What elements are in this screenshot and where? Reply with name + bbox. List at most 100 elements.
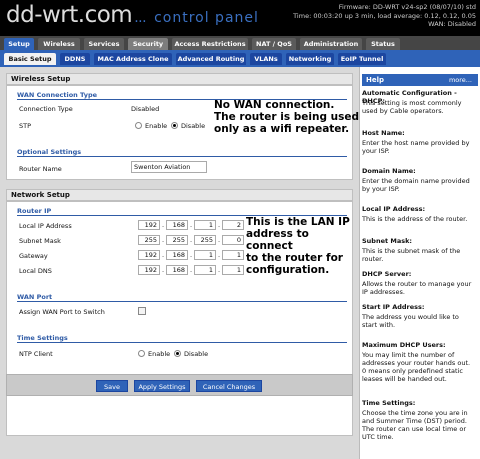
subnet-mask-label: Subnet Mask <box>19 237 61 245</box>
ip-dot: . <box>218 251 221 259</box>
uptime-text: Time: 00:03:20 up 3 min, load average: 0… <box>293 11 476 20</box>
lan-note-line: This is the LAN IP <box>246 216 350 228</box>
ip-dot: . <box>162 251 165 259</box>
stp-disable-radio[interactable] <box>171 122 178 129</box>
help-item-body: Enter the host name provided by your ISP… <box>362 139 470 155</box>
subtab-basic-setup[interactable]: Basic Setup <box>4 53 56 65</box>
sub-tabs: Basic Setup DDNS MAC Address Clone Advan… <box>0 50 480 67</box>
ip-dot: . <box>162 236 165 244</box>
subtab-vlans[interactable]: VLANs <box>250 53 282 65</box>
cancel-changes-button[interactable]: Cancel Changes <box>196 380 262 392</box>
local-ip-octet-1[interactable]: 192 <box>138 220 160 230</box>
wan-note-line: No WAN connection. <box>214 99 335 111</box>
connection-type-value: Disabled <box>131 105 160 113</box>
stp-enable-label: Enable <box>145 122 168 130</box>
help-item-title: Host Name: <box>362 129 405 137</box>
dns-octet-2[interactable]: 168 <box>166 265 188 275</box>
apply-settings-button[interactable]: Apply Settings <box>134 380 190 392</box>
help-item-title: Local IP Address: <box>362 205 426 213</box>
subtab-eoip-tunnel[interactable]: EoIP Tunnel <box>338 53 386 65</box>
tab-services[interactable]: Services <box>84 38 124 50</box>
local-dns-label: Local DNS <box>19 267 52 275</box>
tab-nat-qos[interactable]: NAT / QoS <box>252 38 296 50</box>
local-ip-octet-4[interactable]: 2 <box>222 220 244 230</box>
help-header: Help more... <box>362 74 478 86</box>
wan-note: No WAN connection. The router is being u… <box>214 99 359 135</box>
help-item-title: Maximum DHCP Users: <box>362 341 446 349</box>
network-setup-title: Network Setup <box>6 189 353 201</box>
ntp-client-label: NTP Client <box>19 350 53 358</box>
ntp-disable-label: Disable <box>184 350 209 358</box>
main-content: Wireless Setup WAN Connection Type Conne… <box>0 67 360 459</box>
subtab-ddns[interactable]: DDNS <box>60 53 90 65</box>
stp-label: STP <box>19 122 32 130</box>
main-tabs: Setup Wireless Services Security Access … <box>0 36 480 50</box>
legend-divider <box>17 342 347 343</box>
help-item-body: This is the address of the router. <box>362 215 468 223</box>
ip-dot: . <box>162 266 165 274</box>
assign-wan-port-checkbox[interactable] <box>138 307 146 315</box>
dns-octet-3[interactable]: 1 <box>194 265 216 275</box>
help-panel: Help more... Automatic Configuration - D… <box>360 67 480 459</box>
gateway-octet-4[interactable]: 1 <box>222 250 244 260</box>
ntp-disable-radio[interactable] <box>174 350 181 357</box>
tab-setup[interactable]: Setup <box>4 38 34 50</box>
local-ip-octet-2[interactable]: 168 <box>166 220 188 230</box>
gateway-octet-2[interactable]: 168 <box>166 250 188 260</box>
lan-note-line: to the router for <box>246 252 343 264</box>
subnet-octet-3[interactable]: 255 <box>194 235 216 245</box>
router-ip-legend: Router IP <box>17 207 52 215</box>
subnet-octet-2[interactable]: 255 <box>166 235 188 245</box>
wan-note-line: The router is being used <box>214 111 360 123</box>
help-item-body: This setting is most commonly used by Ca… <box>362 99 462 115</box>
help-item-body: Allows the router to manage your IP addr… <box>362 280 472 296</box>
help-item-body: The address you would like to start with… <box>362 313 459 329</box>
ip-dot: . <box>218 221 221 229</box>
help-item-title: Domain Name: <box>362 167 416 175</box>
wan-note-line: only as a wifi repeater. <box>214 123 350 135</box>
logo: dd-wrt.com... control panel <box>6 2 259 28</box>
dns-octet-4[interactable]: 1 <box>222 265 244 275</box>
help-item-title: DHCP Server: <box>362 270 412 278</box>
tab-wireless[interactable]: Wireless <box>38 38 80 50</box>
tab-status[interactable]: Status <box>366 38 400 50</box>
help-more-link[interactable]: more... <box>449 74 472 86</box>
legend-divider <box>17 301 347 302</box>
tab-security[interactable]: Security <box>128 38 168 50</box>
ip-dot: . <box>162 221 165 229</box>
save-button[interactable]: Save <box>96 380 128 392</box>
ntp-enable-radio[interactable] <box>138 350 145 357</box>
local-ip-octet-3[interactable]: 1 <box>194 220 216 230</box>
assign-wan-port-label: Assign WAN Port to Switch <box>19 308 105 316</box>
help-item-title: Time Settings: <box>362 399 416 407</box>
local-ip-label: Local IP Address <box>19 222 72 230</box>
help-item-body: This is the subnet mask of the router. <box>362 247 461 263</box>
tab-administration[interactable]: Administration <box>300 38 362 50</box>
ip-dot: . <box>190 251 193 259</box>
optional-settings-legend: Optional Settings <box>17 148 82 156</box>
stp-enable-radio[interactable] <box>135 122 142 129</box>
help-title: Help <box>366 76 385 84</box>
ntp-enable-label: Enable <box>148 350 171 358</box>
tab-access-restrictions[interactable]: Access Restrictions <box>172 38 248 50</box>
legend-divider <box>17 156 347 157</box>
connection-type-label: Connection Type <box>19 105 73 113</box>
help-item-title: Subnet Mask: <box>362 237 413 245</box>
ip-dot: . <box>190 221 193 229</box>
subtab-advanced-routing[interactable]: Advanced Routing <box>176 53 246 65</box>
wan-status: WAN: Disabled <box>428 20 476 28</box>
router-name-label: Router Name <box>19 165 62 173</box>
router-name-input[interactable]: Swenton Aviation <box>131 161 207 173</box>
wan-port-legend: WAN Port <box>17 293 53 301</box>
subtab-networking[interactable]: Networking <box>286 53 334 65</box>
dns-octet-1[interactable]: 192 <box>138 265 160 275</box>
help-item-body: You may limit the number of addresses yo… <box>362 351 471 383</box>
subnet-octet-1[interactable]: 255 <box>138 235 160 245</box>
gateway-octet-3[interactable]: 1 <box>194 250 216 260</box>
gateway-label: Gateway <box>19 252 48 260</box>
gateway-octet-1[interactable]: 192 <box>138 250 160 260</box>
lan-note-line: address to connect <box>246 228 309 252</box>
stp-disable-label: Disable <box>181 122 206 130</box>
subnet-octet-4[interactable]: 0 <box>222 235 244 245</box>
subtab-mac-address-clone[interactable]: MAC Address Clone <box>94 53 172 65</box>
